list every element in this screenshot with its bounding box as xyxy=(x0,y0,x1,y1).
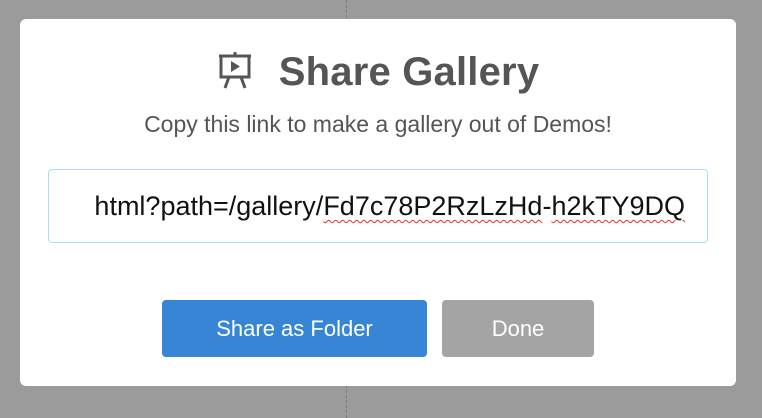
link-token-part-1: Fd7c78P2RzLzHd xyxy=(323,191,543,221)
presentation-board-icon xyxy=(217,51,253,91)
share-gallery-dialog: Share Gallery Copy this link to make a g… xyxy=(20,19,736,386)
done-button[interactable]: Done xyxy=(442,300,594,357)
dialog-header: Share Gallery xyxy=(20,47,736,97)
link-token-part-2: h2kTY9DQ xyxy=(551,191,685,221)
share-as-folder-button[interactable]: Share as Folder xyxy=(162,300,427,357)
link-prefix: html?path=/gallery/ xyxy=(94,191,324,221)
dialog-subtitle: Copy this link to make a gallery out of … xyxy=(144,111,612,137)
dialog-title: Share Gallery xyxy=(278,49,540,94)
share-link-field[interactable]: html?path=/gallery/Fd7c78P2RzLzHd-h2kTY9… xyxy=(48,169,708,243)
share-link-text: html?path=/gallery/Fd7c78P2RzLzHd-h2kTY9… xyxy=(94,189,685,223)
